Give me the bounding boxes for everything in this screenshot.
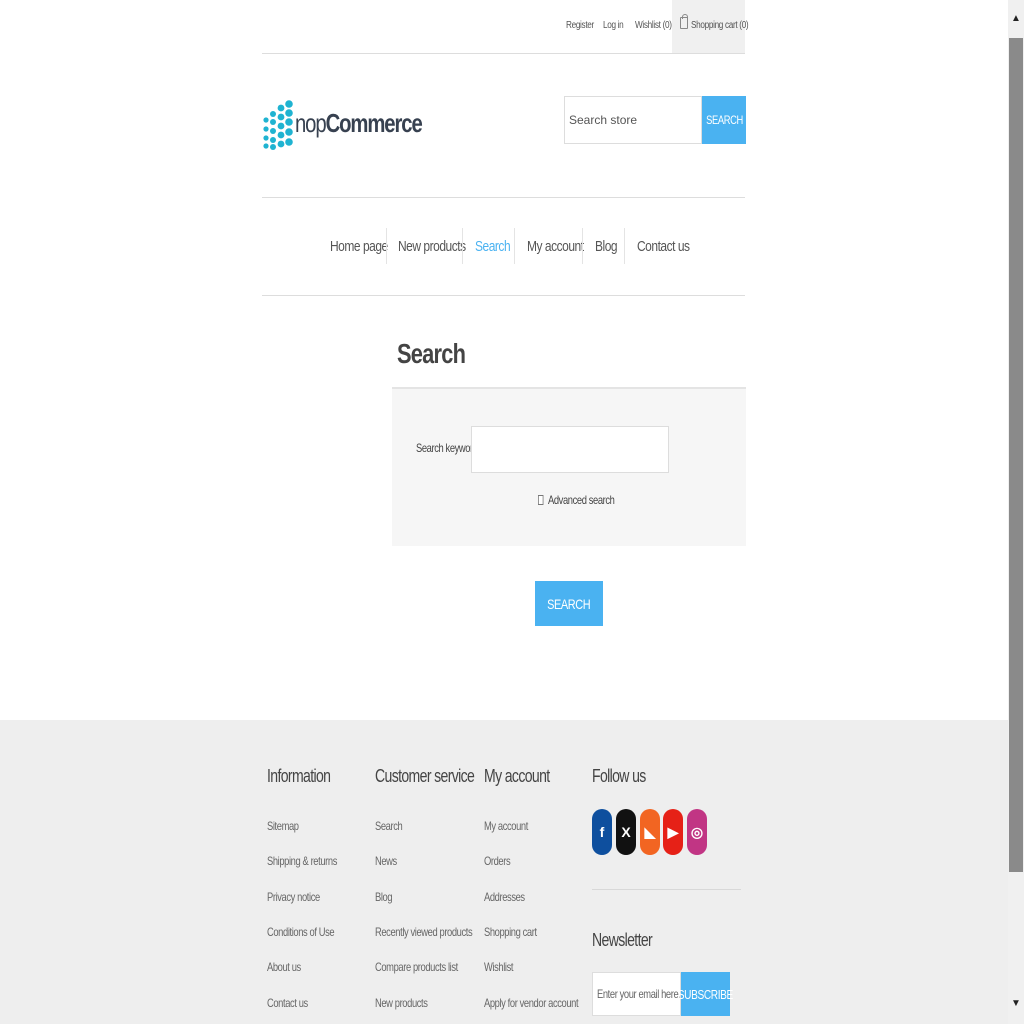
store-search-input[interactable] <box>564 96 702 144</box>
nav-contact-us[interactable]: Contact us <box>637 228 703 264</box>
nav-divider <box>462 228 463 264</box>
footer-link-my-account[interactable]: My account <box>484 819 528 833</box>
page: Register Log in Wishlist (0) Shopping ca… <box>0 0 1008 1024</box>
footer-my-account-title: My account <box>484 766 550 786</box>
vertical-scrollbar[interactable]: ▲ ▼ <box>1008 0 1024 1024</box>
login-link[interactable]: Log in <box>603 20 624 31</box>
footer-newsletter-title: Newsletter <box>592 930 653 950</box>
newsletter-email-placeholder: Enter your email here... <box>597 987 681 1001</box>
footer-link-compare-products[interactable]: Compare products list <box>375 960 458 974</box>
nav-divider <box>386 228 387 264</box>
nav-divider <box>624 228 625 264</box>
instagram-icon[interactable]: ◎ <box>687 809 707 855</box>
footer: Information Sitemap Shipping & returns P… <box>0 720 1008 1024</box>
nav-new-products[interactable]: New products <box>398 228 483 264</box>
scroll-down-arrow-icon[interactable]: ▼ <box>1008 995 1024 1011</box>
newsletter-email-input[interactable]: Enter your email here... <box>592 972 681 1016</box>
wishlist-link[interactable]: Wishlist (0) <box>635 20 672 31</box>
subscribe-button[interactable]: SUBSCRIBE <box>678 972 733 1016</box>
footer-follow-us-title: Follow us <box>592 766 646 786</box>
nav-divider <box>514 228 515 264</box>
store-search: SEARCH <box>564 96 746 144</box>
footer-link-apply-vendor[interactable]: Apply for vendor account <box>484 996 579 1010</box>
footer-link-about-us[interactable]: About us <box>267 960 301 974</box>
nav-search[interactable]: Search <box>475 228 519 264</box>
nav-divider <box>582 228 583 264</box>
footer-link-shipping-returns[interactable]: Shipping & returns <box>267 854 337 868</box>
footer-divider <box>592 889 741 890</box>
logo[interactable]: nopCommerce <box>263 100 423 152</box>
scroll-thumb[interactable] <box>1009 38 1023 872</box>
rss-icon[interactable]: ◣ <box>640 809 660 855</box>
nav-home-page[interactable]: Home page <box>330 228 402 264</box>
advanced-search-toggle[interactable]: Advanced search <box>538 493 633 507</box>
shopping-cart-label: Shopping cart (0) <box>691 20 749 31</box>
footer-link-recently-viewed[interactable]: Recently viewed products <box>375 925 473 939</box>
advanced-search-label: Advanced search <box>548 493 615 507</box>
register-link[interactable]: Register <box>566 20 594 31</box>
footer-link-orders[interactable]: Orders <box>484 854 511 868</box>
footer-link-conditions-of-use[interactable]: Conditions of Use <box>267 925 335 939</box>
shopping-cart-link[interactable]: Shopping cart (0) <box>672 0 749 53</box>
scroll-up-arrow-icon[interactable]: ▲ <box>1008 10 1024 26</box>
nav-my-account[interactable]: My account <box>527 228 598 264</box>
footer-link-shopping-cart[interactable]: Shopping cart <box>484 925 537 939</box>
x-icon[interactable]: X <box>616 809 636 855</box>
footer-link-new-products[interactable]: New products <box>375 996 428 1010</box>
logo-text: nopCommerce <box>295 108 423 138</box>
footer-link-addresses[interactable]: Addresses <box>484 890 525 904</box>
header-links-bar: Register Log in Wishlist (0) Shopping ca… <box>262 0 749 54</box>
shopping-bag-icon <box>680 14 688 29</box>
footer-customer-service-title: Customer service <box>375 766 475 786</box>
page-title: Search <box>397 338 466 369</box>
nav-blog[interactable]: Blog <box>595 228 623 264</box>
footer-link-contact-us[interactable]: Contact us <box>267 996 308 1010</box>
footer-link-search[interactable]: Search <box>375 819 403 833</box>
youtube-icon[interactable]: ▶ <box>663 809 683 855</box>
store-search-button[interactable]: SEARCH <box>702 96 746 144</box>
footer-link-privacy-notice[interactable]: Privacy notice <box>267 890 320 904</box>
footer-link-news[interactable]: News <box>375 854 397 868</box>
logo-dots-icon <box>263 100 293 150</box>
facebook-icon[interactable]: f <box>592 809 612 855</box>
search-form-panel: Search keyword: Advanced search <box>392 389 746 546</box>
advanced-search-checkbox[interactable] <box>538 495 544 505</box>
footer-link-sitemap[interactable]: Sitemap <box>267 819 299 833</box>
search-button[interactable]: SEARCH <box>535 581 603 626</box>
footer-link-blog[interactable]: Blog <box>375 890 393 904</box>
search-keyword-input[interactable] <box>471 426 669 473</box>
footer-information-title: Information <box>267 766 331 786</box>
top-menu: Home page New products Search My account… <box>262 197 745 296</box>
footer-link-wishlist[interactable]: Wishlist <box>484 960 514 974</box>
